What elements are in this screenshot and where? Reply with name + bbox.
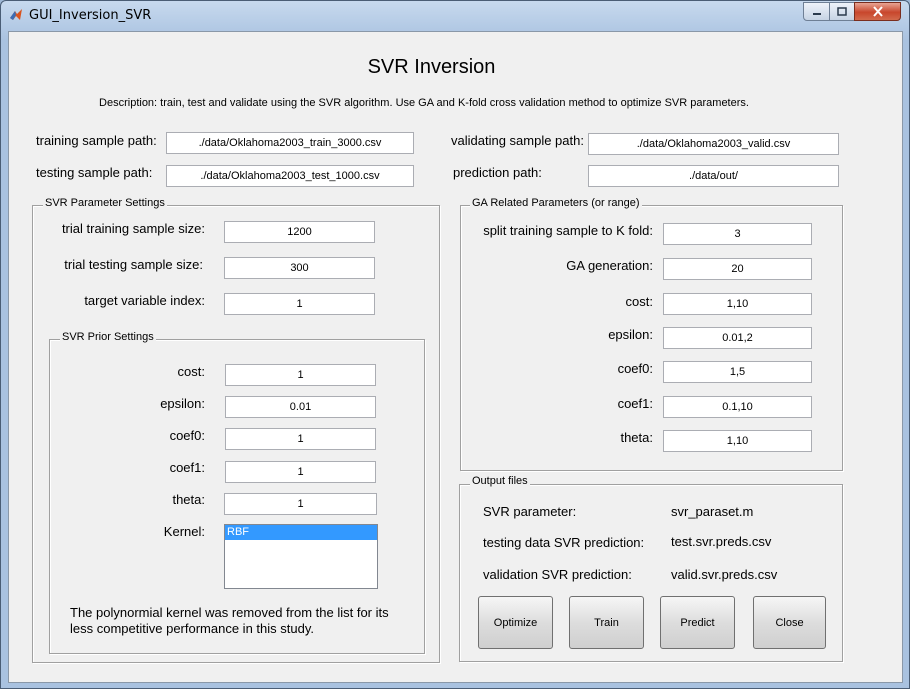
prediction-path-input[interactable]: ./data/out/ — [588, 165, 839, 187]
prior-coef0-label: coef0: — [169, 428, 205, 443]
trial-train-size-input[interactable]: 1200 — [224, 221, 375, 243]
validating-path-input[interactable]: ./data/Oklahoma2003_valid.csv — [588, 133, 839, 155]
ga-parameter-group-title: GA Related Parameters (or range) — [470, 197, 642, 209]
trial-train-size-label: trial training sample size: — [61, 221, 205, 236]
close-window-button[interactable] — [854, 2, 901, 21]
ga-coef0-label: coef0: — [617, 361, 653, 376]
prior-coef1-label: coef1: — [169, 460, 205, 475]
prediction-path-label: prediction path: — [453, 165, 542, 180]
maximize-button[interactable] — [829, 2, 855, 21]
app-window: GUI_Inversion_SVR SVR Inversion Descript… — [0, 0, 910, 689]
minimize-icon — [812, 12, 821, 15]
training-path-input[interactable]: ./data/Oklahoma2003_train_3000.csv — [166, 132, 414, 154]
kfold-input[interactable]: 3 — [663, 223, 812, 245]
page-title: SVR Inversion — [367, 56, 496, 78]
output-valid-label: validation SVR prediction: — [483, 567, 632, 582]
prior-epsilon-input[interactable]: 0.01 — [225, 396, 376, 418]
ga-epsilon-input[interactable]: 0.01,2 — [663, 327, 812, 349]
validating-path-label: validating sample path: — [451, 133, 584, 148]
minimize-button[interactable] — [803, 2, 830, 21]
training-path-label: training sample path: — [36, 133, 157, 148]
prior-cost-label: cost: — [177, 364, 205, 379]
figure-panel: SVR Inversion Description: train, test a… — [8, 31, 903, 683]
prior-cost-input[interactable]: 1 — [225, 364, 376, 386]
prior-theta-label: theta: — [172, 492, 205, 507]
ga-generation-input[interactable]: 20 — [663, 258, 812, 280]
kernel-option-rbf[interactable]: RBF — [225, 525, 377, 540]
output-test-label: testing data SVR prediction: — [483, 535, 645, 550]
kernel-note: The polynormial kernel was removed from … — [70, 605, 389, 636]
close-button[interactable]: Close — [753, 596, 826, 649]
output-files-group-title: Output files — [470, 475, 530, 487]
prior-epsilon-label: epsilon: — [160, 396, 205, 411]
output-param-label: SVR parameter: — [483, 504, 577, 519]
prior-theta-input[interactable]: 1 — [224, 493, 377, 515]
train-button[interactable]: Train — [569, 596, 644, 649]
predict-button[interactable]: Predict — [660, 596, 735, 649]
svr-prior-group-title: SVR Prior Settings — [60, 331, 156, 343]
optimize-button[interactable]: Optimize — [478, 596, 553, 649]
title-bar[interactable]: GUI_Inversion_SVR — [1, 1, 909, 31]
ga-epsilon-label: epsilon: — [608, 327, 653, 342]
kernel-label: Kernel: — [163, 524, 205, 539]
output-param-file: svr_paraset.m — [671, 504, 754, 519]
output-test-file: test.svr.preds.csv — [671, 534, 772, 549]
window-title: GUI_Inversion_SVR — [29, 8, 152, 23]
description-text: Description: train, test and validate us… — [99, 97, 749, 109]
ga-coef1-input[interactable]: 0.1,10 — [663, 396, 812, 418]
testing-path-label: testing sample path: — [36, 165, 153, 180]
ga-coef0-input[interactable]: 1,5 — [663, 361, 812, 383]
svr-parameter-group-title: SVR Parameter Settings — [43, 197, 167, 209]
target-index-label: target variable index: — [84, 293, 205, 308]
testing-path-input[interactable]: ./data/Oklahoma2003_test_1000.csv — [166, 165, 414, 187]
prior-coef1-input[interactable]: 1 — [225, 461, 376, 483]
maximize-icon — [837, 6, 847, 16]
ga-generation-label: GA generation: — [566, 258, 653, 273]
ga-coef1-label: coef1: — [617, 396, 653, 411]
ga-cost-label: cost: — [625, 294, 653, 309]
target-index-input[interactable]: 1 — [224, 293, 375, 315]
ga-cost-input[interactable]: 1,10 — [663, 293, 812, 315]
output-valid-file: valid.svr.preds.csv — [671, 567, 778, 582]
ga-theta-input[interactable]: 1,10 — [663, 430, 812, 452]
kernel-listbox[interactable]: RBF — [224, 524, 378, 589]
prior-coef0-input[interactable]: 1 — [225, 428, 376, 450]
close-icon — [872, 6, 883, 17]
kfold-label: split training sample to K fold: — [483, 223, 653, 238]
ga-theta-label: theta: — [620, 430, 653, 445]
matlab-logo-icon — [9, 8, 23, 22]
trial-test-size-label: trial testing sample size: — [64, 257, 203, 272]
trial-test-size-input[interactable]: 300 — [224, 257, 375, 279]
